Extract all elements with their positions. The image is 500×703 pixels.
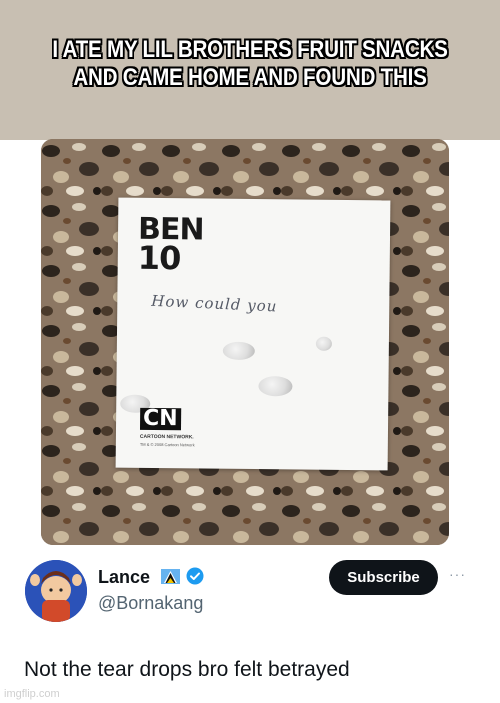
photo: BEN 10 How could you CN CARTOON NETWORK.… [41,139,449,545]
cartoon-network-text: CARTOON NETWORK. [139,433,194,441]
copyright-text: TM & © 2008 Cartoon Network [139,441,195,448]
handwritten-message: How could you [150,291,278,316]
sticky-note: BEN 10 How could you CN CARTOON NETWORK.… [115,197,391,471]
ben10-logo-bottom: 10 [137,238,181,278]
tear-drop [258,376,293,397]
more-options-icon[interactable]: ··· [449,566,466,582]
display-name[interactable]: Lance [98,567,150,588]
meme-caption: I ATE MY LIL BROTHERS FRUIT SNACKS AND C… [52,36,448,91]
tweet-text: Not the tear drops bro felt betrayed [24,658,350,681]
cartoon-network-logo: CN [139,406,181,431]
watermark: imgflip.com [4,688,60,700]
tear-drop [222,341,255,361]
tear-drop [315,336,332,351]
user-handle[interactable]: @Bornakang [98,593,203,614]
avatar-illustration [25,560,87,622]
caption-banner: I ATE MY LIL BROTHERS FRUIT SNACKS AND C… [0,0,500,140]
subscribe-button[interactable]: Subscribe [329,560,438,595]
flag-icon [161,569,180,584]
avatar[interactable] [25,560,87,622]
ben10-logo: BEN 10 [137,212,204,278]
verified-badge-icon [186,567,204,585]
